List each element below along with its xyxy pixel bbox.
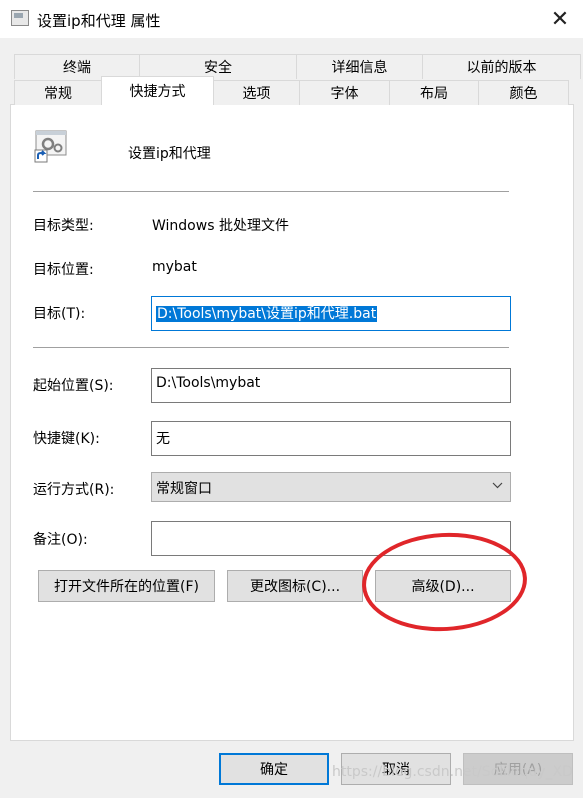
run-label: 运行方式(R):: [33, 482, 115, 498]
divider: [33, 347, 509, 348]
close-icon: ✕: [550, 6, 570, 32]
title-bar: 设置ip和代理 属性 ✕: [0, 0, 583, 38]
run-select[interactable]: 常规窗口: [151, 472, 511, 502]
comment-label: 备注(O):: [33, 532, 88, 548]
ok-button[interactable]: 确定: [219, 753, 329, 785]
target-type-label: 目标类型:: [33, 218, 94, 234]
target-field-value: D:\Tools\mybat\设置ip和代理.bat: [156, 306, 378, 322]
start-in-field[interactable]: D:\Tools\mybat: [151, 368, 511, 403]
batch-file-shortcut-icon: [34, 129, 70, 165]
run-select-value: 常规窗口: [156, 481, 212, 497]
tab-colors[interactable]: 颜色: [478, 80, 569, 105]
tab-general[interactable]: 常规: [14, 80, 102, 105]
hotkey-field[interactable]: 无: [151, 421, 511, 456]
chevron-down-icon: [492, 482, 503, 489]
target-location-label: 目标位置:: [33, 262, 94, 278]
target-location-value: mybat: [152, 259, 197, 275]
tab-row-1: 终端 安全 详细信息 以前的版本: [14, 54, 581, 79]
tab-row-2: 常规 快捷方式 选项 字体 布局 颜色: [14, 76, 569, 105]
change-icon-button[interactable]: 更改图标(C)...: [227, 570, 363, 602]
hotkey-label: 快捷键(K):: [33, 431, 100, 447]
tab-previous-versions[interactable]: 以前的版本: [422, 54, 581, 79]
window-icon: [11, 10, 29, 26]
tab-shortcut[interactable]: 快捷方式: [101, 76, 214, 105]
tab-font[interactable]: 字体: [299, 80, 390, 105]
open-file-location-button[interactable]: 打开文件所在的位置(F): [38, 570, 215, 602]
target-field[interactable]: D:\Tools\mybat\设置ip和代理.bat: [151, 296, 511, 331]
tab-layout[interactable]: 布局: [389, 80, 479, 105]
watermark: https://blog.csdn.net/Soliloquy_XD: [332, 764, 573, 780]
shortcut-name: 设置ip和代理: [128, 146, 211, 162]
shortcut-tab-panel: 设置ip和代理 目标类型: Windows 批处理文件 目标位置: mybat …: [10, 104, 574, 741]
target-type-value: Windows 批处理文件: [152, 218, 289, 234]
close-button[interactable]: ✕: [537, 0, 583, 38]
divider: [33, 191, 509, 192]
tab-options[interactable]: 选项: [213, 80, 300, 105]
tab-details[interactable]: 详细信息: [296, 54, 423, 79]
window-title: 设置ip和代理 属性: [37, 12, 161, 30]
start-in-label: 起始位置(S):: [33, 378, 114, 394]
target-label: 目标(T):: [33, 306, 86, 322]
